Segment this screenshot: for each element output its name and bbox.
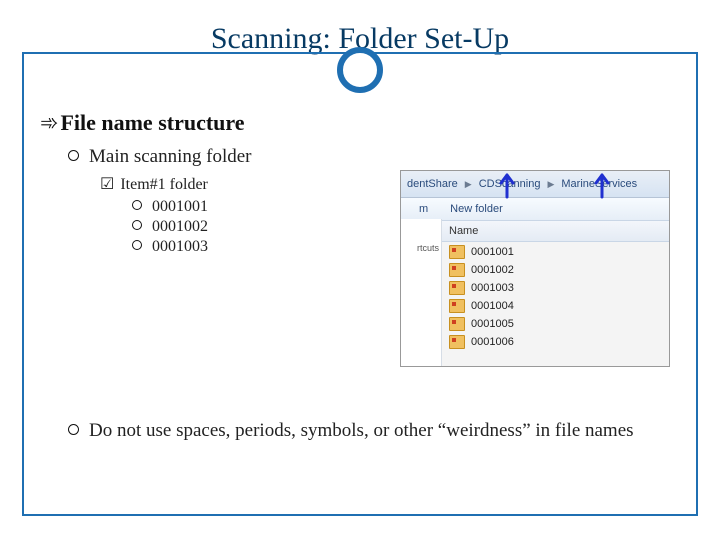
bullet-level2: Main scanning folder: [68, 146, 680, 168]
chevron-right-icon: ▶: [547, 179, 554, 190]
breadcrumb-bar: dentShare ▶ CDScanning ▶ MarineServices: [401, 171, 669, 198]
file-icon: [449, 263, 465, 277]
file-icon: [449, 245, 465, 259]
lvl4-text-1: 0001002: [152, 218, 208, 235]
explorer-menubar: m New folder: [401, 198, 669, 221]
explorer-screenshot: dentShare ▶ CDScanning ▶ MarineServices …: [400, 170, 670, 367]
circle-bullet-icon: [132, 240, 142, 250]
file-icon: [449, 335, 465, 349]
nav-pane: rtcuts: [401, 219, 442, 366]
file-icon: [449, 299, 465, 313]
breadcrumb-item[interactable]: CDScanning: [479, 178, 541, 190]
lvl2-text: Main scanning folder: [89, 146, 252, 167]
file-name: 0001006: [471, 336, 514, 348]
bullet-level1: ➾File name structure: [40, 110, 680, 136]
column-header-name[interactable]: Name: [449, 225, 478, 237]
lvl3-text: Item#1 folder: [120, 176, 208, 193]
note-text: Do not use spaces, periods, symbols, or …: [89, 420, 634, 441]
file-name: 0001005: [471, 318, 514, 330]
new-folder-button[interactable]: New folder: [450, 203, 503, 215]
lvl4-text-0: 0001001: [152, 198, 208, 215]
file-name: 0001001: [471, 246, 514, 258]
note-bullet: Do not use spaces, periods, symbols, or …: [68, 420, 680, 442]
file-name: 0001003: [471, 282, 514, 294]
title-ring-icon: [337, 47, 383, 93]
breadcrumb-item[interactable]: MarineServices: [561, 178, 637, 190]
file-row[interactable]: 0001002: [449, 261, 514, 279]
menu-item[interactable]: m: [419, 203, 428, 215]
lvl4-text-2: 0001003: [152, 238, 208, 255]
file-name: 0001004: [471, 300, 514, 312]
circle-bullet-icon: [68, 424, 79, 435]
circle-bullet-icon: [132, 200, 142, 210]
slide: Scanning: Folder Set-Up ➾File name struc…: [0, 0, 720, 540]
file-row[interactable]: 0001005: [449, 315, 514, 333]
file-icon: [449, 317, 465, 331]
breadcrumb-item[interactable]: dentShare: [407, 178, 458, 190]
file-name: 0001002: [471, 264, 514, 276]
circle-bullet-icon: [68, 150, 79, 161]
chevron-right-icon: ▶: [465, 179, 472, 190]
file-row[interactable]: 0001006: [449, 333, 514, 351]
file-icon: [449, 281, 465, 295]
file-list: 0001001 0001002 0001003 0001004 0001005 …: [449, 243, 514, 351]
file-row[interactable]: 0001001: [449, 243, 514, 261]
circle-bullet-icon: [132, 220, 142, 230]
file-row[interactable]: 0001004: [449, 297, 514, 315]
swirl-bullet-icon: ➾: [40, 110, 58, 135]
file-row[interactable]: 0001003: [449, 279, 514, 297]
lvl1-text: File name structure: [60, 110, 244, 135]
nav-label: rtcuts: [417, 243, 439, 253]
check-bullet-icon: ☑: [100, 176, 114, 193]
